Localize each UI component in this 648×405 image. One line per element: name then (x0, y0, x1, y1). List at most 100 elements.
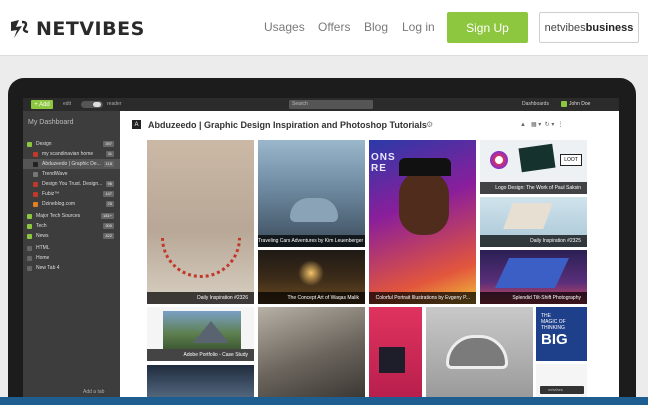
sidebar-item[interactable]: my scandinavian home 11 (23, 149, 120, 159)
feed-icon (33, 151, 38, 157)
signup-button[interactable]: Sign Up (447, 12, 528, 43)
sidebar-item-label: Home (36, 255, 50, 261)
sidebar-item[interactable]: Design You Trust. Design... 96 (23, 179, 120, 189)
netvibes-business-button[interactable]: netvibes business (539, 12, 639, 43)
unread-count-badge: 11 (105, 151, 114, 157)
user-menu[interactable]: John Doe (569, 101, 590, 107)
feed-content: A Abduzeedo | Graphic Design Inspiration… (120, 111, 619, 398)
nav-usages[interactable]: Usages (264, 20, 305, 34)
tile-colorful-portraits[interactable]: ONS RE Colorful Portrait Illustrations b… (369, 140, 476, 304)
sidebar-item[interactable]: Dzineblog.com 25 (23, 199, 120, 209)
sidebar-item-label: Abduzeedo | Graphic De... (42, 161, 101, 167)
netvibes-logo-icon (11, 20, 29, 38)
dashboards-menu[interactable]: Dashboards (522, 101, 549, 107)
netvibes-mini-bar: netvibes (540, 386, 584, 394)
unread-count-badge: 181+ (100, 213, 114, 219)
sidebar-item[interactable]: Major Tech Sources 181+ (23, 211, 120, 221)
tile-dark-photo[interactable] (147, 365, 254, 398)
feed-icon (33, 201, 38, 207)
tile-artwork (503, 203, 553, 229)
tile-daily-inspiration-2326[interactable]: Daily Inspiration #2326 (147, 140, 254, 304)
tile-artwork (163, 311, 241, 349)
sidebar-item-label: Fubiz™ (42, 191, 60, 197)
gear-icon[interactable]: ⚙ (426, 120, 433, 129)
sidebar-item[interactable]: New Tab 4 (23, 263, 120, 273)
tile-adobe-portfolio[interactable]: Adobe Portfolio - Case Study (147, 307, 254, 361)
tile-artwork-text: BIG (541, 331, 568, 348)
tile-artwork (490, 151, 508, 169)
sidebar-item[interactable]: Abduzeedo | Graphic De... 118 (23, 159, 120, 169)
nav-blog[interactable]: Blog (364, 20, 388, 34)
tile-caption: The Concept Art of Waqas Malik (258, 292, 365, 304)
feed-icon (27, 141, 32, 147)
tile-artwork (147, 181, 254, 295)
add-tab-link[interactable]: Add a tab (83, 389, 104, 395)
netvibes-logo[interactable]: NETVIBES (8, 16, 145, 42)
tile-caption: Traveling Cars Adventures by Kim Leuenbe… (258, 235, 365, 247)
tile-caption: Logo Design: The Work of Paul Saksin (480, 182, 587, 194)
unread-count-badge: 422 (103, 233, 114, 239)
unread-count-badge: 25 (105, 201, 114, 207)
tile-traveling-cars[interactable]: Traveling Cars Adventures by Kim Leuenbe… (258, 140, 365, 247)
dashboard-screen: + Add edit reader Search Dashboards John… (23, 98, 619, 398)
business-bold: business (585, 21, 634, 34)
tile-caption: Adobe Portfolio - Case Study (147, 349, 254, 361)
unread-count-badge: 300 (103, 223, 114, 229)
search-input[interactable]: Search (289, 100, 373, 109)
tile-caption: Daily Inspiration #2326 (147, 292, 254, 304)
brand-name: NETVIBES (36, 18, 145, 40)
tile-daily-inspiration-2325[interactable]: Daily Inspiration #2325 (480, 197, 587, 247)
page: NETVIBES Usages Offers Blog Log in Sign … (0, 0, 648, 405)
feed-icon (27, 255, 32, 261)
sidebar-item-label: Design You Trust. Design... (42, 181, 103, 187)
feed-icon (33, 161, 38, 167)
tile-artwork (399, 170, 449, 235)
sidebar-item[interactable]: HTML (23, 243, 120, 253)
reader-label: reader (107, 101, 122, 107)
tile-artwork-text: LOOT (560, 154, 582, 166)
view-tools[interactable]: ▲ ▦ ▾ ↻ ▾ ⋮ (520, 121, 564, 128)
tile-sneakers[interactable] (426, 307, 533, 398)
tile-artwork (379, 347, 405, 373)
feed-icon (27, 233, 32, 239)
tile-concept-art[interactable]: The Concept Art of Waqas Malik (258, 250, 365, 304)
nav-login[interactable]: Log in (402, 20, 435, 34)
sidebar-item-label: News (36, 233, 49, 239)
sidebar-item[interactable]: Fubiz™ 147 (23, 189, 120, 199)
feed-icon (27, 213, 32, 219)
tile-artwork-text: ONS RE (371, 152, 396, 174)
tile-magic-of-thinking-big[interactable]: THE MAGIC OF THINKING BIG (536, 307, 587, 361)
site-header: NETVIBES Usages Offers Blog Log in Sign … (0, 0, 648, 56)
tile-caption: Colorful Portrait Illustrations by Evgen… (369, 292, 476, 304)
sidebar-item-label: New Tab 4 (36, 265, 60, 271)
tile-caption: Splendid Tilt-Shift Photography (480, 292, 587, 304)
nav-offers[interactable]: Offers (318, 20, 350, 34)
sidebar-item-label: HTML (36, 245, 50, 251)
tile-aerial-photo[interactable] (258, 307, 365, 398)
sidebar-item-label: my scandinavian home (42, 151, 94, 157)
tile-tilt-shift[interactable]: Splendid Tilt-Shift Photography (480, 250, 587, 304)
sidebar-item-label: Major Tech Sources (36, 213, 81, 219)
bottom-strip (0, 397, 648, 405)
sidebar-item[interactable]: Design 397 (23, 139, 120, 149)
feed-title: Abduzeedo | Graphic Design Inspiration a… (148, 120, 427, 130)
feed-icon (27, 223, 32, 229)
tile-artwork (290, 198, 338, 222)
sidebar-title: My Dashboard (28, 119, 74, 126)
sidebar-item[interactable]: TrendWave (23, 169, 120, 179)
mode-toggle[interactable] (81, 101, 103, 108)
tile-pink-poster[interactable] (369, 307, 422, 398)
tile-logo-design[interactable]: LOOT Logo Design: The Work of Paul Saksi… (480, 140, 587, 194)
sidebar-item-label: Tech (36, 223, 47, 229)
sidebar-item-label: Design (36, 141, 52, 147)
sidebar-item[interactable]: Home (23, 253, 120, 263)
feed-icon (27, 265, 32, 271)
sidebar-item-label: TrendWave (42, 171, 68, 177)
unread-count-badge: 147 (103, 191, 114, 197)
sidebar-item[interactable]: News 422 (23, 231, 120, 241)
business-prefix: netvibes (544, 21, 586, 34)
add-content-button[interactable]: + Add (31, 100, 53, 109)
sidebar-item[interactable]: Tech 300 (23, 221, 120, 231)
tile-netvibes-widget[interactable]: netvibes (536, 364, 587, 398)
unread-count-badge: 397 (103, 141, 114, 147)
